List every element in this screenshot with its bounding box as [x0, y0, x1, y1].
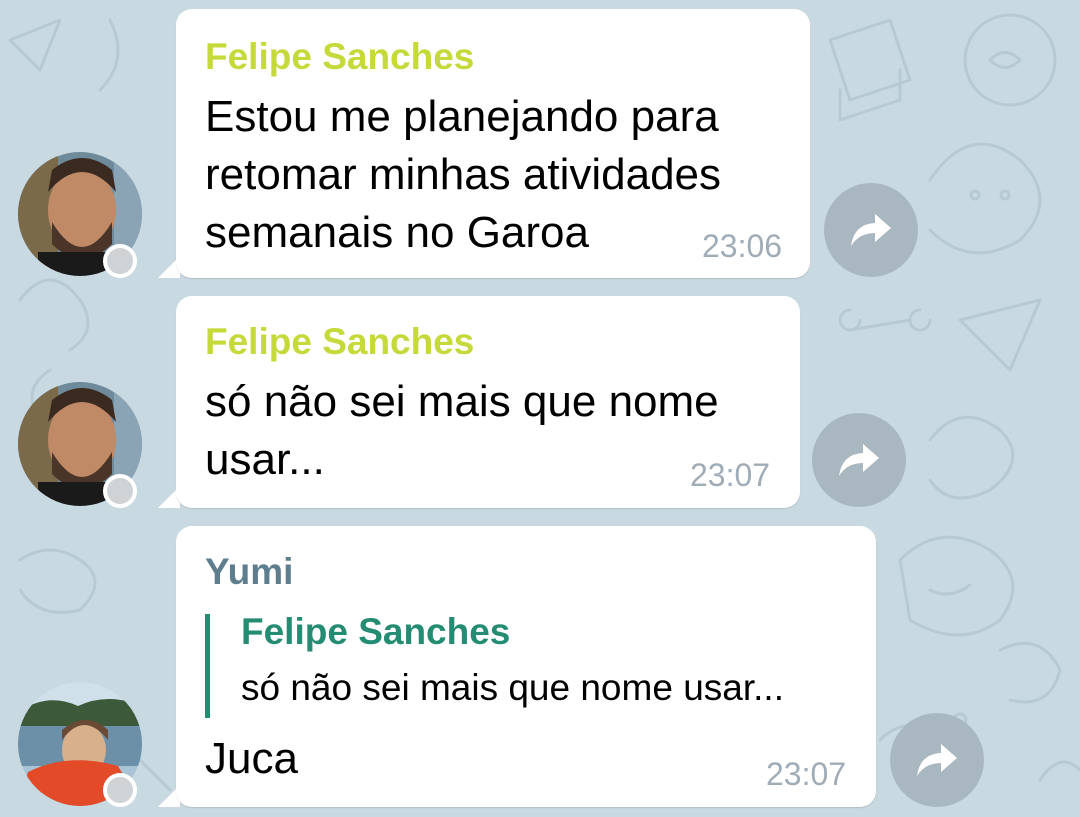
forward-button[interactable]	[824, 183, 918, 277]
message-time: 23:07	[690, 457, 771, 493]
forward-arrow-icon	[851, 214, 891, 246]
message-bubble[interactable]: Felipe Sanches só não sei mais que nome …	[176, 296, 800, 508]
forward-arrow-icon	[839, 444, 879, 476]
message-text: Estou me planejando para retomar minhas …	[205, 88, 721, 262]
sender-name[interactable]: Felipe Sanches	[205, 35, 474, 79]
message-text: só não sei mais que nome usar...	[205, 373, 719, 489]
message-time: 23:06	[702, 228, 783, 264]
forward-button[interactable]	[812, 413, 906, 507]
message-line: semanais no Garoa	[205, 208, 589, 257]
forward-button[interactable]	[890, 713, 984, 807]
message-line: retomar minhas atividades	[205, 150, 722, 199]
message-text: Juca	[205, 730, 298, 788]
message-line: usar...	[205, 435, 325, 484]
message-line: Estou me planejando para	[205, 92, 719, 141]
message-bubble[interactable]: Felipe Sanches Estou me planejando para …	[176, 9, 810, 278]
quote-text: só não sei mais que nome usar...	[241, 667, 784, 708]
sender-name[interactable]: Yumi	[205, 550, 293, 594]
sender-name[interactable]: Felipe Sanches	[205, 320, 474, 364]
reply-quote[interactable]: Felipe Sanches só não sei mais que nome …	[205, 611, 784, 718]
message-line: só não sei mais que nome	[205, 377, 719, 426]
online-status-dot	[103, 474, 137, 508]
online-status-dot	[103, 244, 137, 278]
online-status-dot	[103, 773, 137, 807]
message-bubble[interactable]: Yumi Felipe Sanches só não sei mais que …	[176, 526, 876, 807]
quote-sender-name: Felipe Sanches	[241, 611, 511, 652]
forward-arrow-icon	[917, 744, 957, 776]
message-line: Juca	[205, 734, 298, 783]
message-time: 23:07	[766, 756, 847, 792]
